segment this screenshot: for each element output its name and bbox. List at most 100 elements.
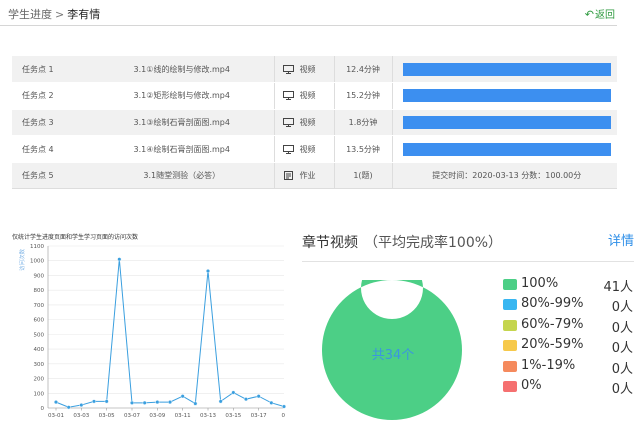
legend-item[interactable]: 1%-19% 0人 bbox=[503, 358, 633, 378]
progress-fill bbox=[402, 142, 611, 156]
monitor-icon bbox=[282, 64, 294, 74]
data-point bbox=[193, 401, 198, 406]
legend-item[interactable]: 0% 0人 bbox=[503, 378, 633, 398]
x-tick-label: 03-11 bbox=[175, 413, 191, 419]
breadcrumb-root[interactable]: 学生进度 bbox=[8, 8, 52, 21]
y-tick-label: 400 bbox=[34, 347, 45, 353]
visits-chart: 仅统计学生进度页面和学生学习页面的访问次数 0 100 200 300 400 500 60… bbox=[0, 228, 290, 431]
y-tick-label: 600 bbox=[34, 318, 45, 324]
donut-center-label: 共34个 bbox=[371, 348, 415, 363]
legend-count: 41人 bbox=[603, 280, 633, 295]
task-index: 任务点 4 bbox=[12, 135, 90, 163]
y-tick-label: 800 bbox=[34, 288, 45, 294]
x-tick-label: 03-17 bbox=[251, 413, 267, 419]
divider bbox=[302, 261, 634, 262]
monitor-icon bbox=[282, 144, 294, 154]
progress-bar bbox=[402, 142, 611, 156]
task-duration: 12.4分钟 bbox=[333, 56, 392, 84]
task-name[interactable]: 3.1随堂测验（必答） bbox=[90, 162, 274, 190]
x-tick-label: 03-09 bbox=[149, 413, 165, 419]
task-row[interactable]: 任务点 1 3.1①线的绘制与修改.mp4 视频 12.4分钟 bbox=[12, 56, 617, 84]
task-duration: 15.2分钟 bbox=[333, 82, 392, 110]
data-point bbox=[167, 400, 172, 405]
data-point bbox=[269, 400, 274, 405]
y-axis-label: 访问次数 bbox=[18, 249, 26, 272]
detail-link[interactable]: 详情 bbox=[608, 230, 634, 249]
legend-label: 60%-79% bbox=[521, 316, 584, 332]
x-tick-label: 0 bbox=[282, 413, 286, 419]
legend-item[interactable]: 100% 41人 bbox=[503, 276, 633, 296]
task-index: 任务点 2 bbox=[12, 82, 90, 110]
progress-fill bbox=[402, 89, 611, 103]
progress-bar bbox=[402, 62, 611, 76]
data-point bbox=[104, 399, 109, 404]
x-tick-label: 03-01 bbox=[48, 413, 64, 419]
task-row[interactable]: 任务点 4 3.1④绘制石膏剖面图.mp4 视频 13.5分钟 bbox=[12, 135, 617, 163]
y-tick-label: 700 bbox=[34, 303, 45, 309]
legend-count: 0人 bbox=[611, 300, 633, 316]
task-row[interactable]: 任务点 3 3.1③绘制石膏剖面图.mp4 视频 1.8分钟 bbox=[12, 109, 617, 137]
monitor-icon bbox=[282, 91, 294, 101]
y-tick-label: 100 bbox=[34, 391, 45, 397]
legend-swatch bbox=[503, 319, 517, 331]
progress-fill bbox=[402, 62, 611, 76]
legend-swatch bbox=[503, 340, 517, 352]
data-point bbox=[142, 400, 147, 405]
data-point bbox=[66, 405, 71, 410]
task-name[interactable]: 3.1③绘制石膏剖面图.mp4 bbox=[90, 109, 274, 137]
legend-count: 0人 bbox=[611, 320, 633, 336]
legend-swatch bbox=[503, 380, 517, 392]
y-tick-label: 900 bbox=[34, 273, 45, 279]
legend-count: 0人 bbox=[611, 361, 633, 377]
x-tick-label: 03-07 bbox=[124, 413, 140, 419]
task-duration: 1(题) bbox=[333, 162, 392, 190]
legend-label: 1%-19% bbox=[521, 357, 576, 373]
data-point bbox=[180, 394, 185, 399]
summary-title-text: 章节视频 bbox=[302, 235, 358, 251]
y-tick-label: 200 bbox=[34, 377, 45, 383]
task-name[interactable]: 3.1④绘制石膏剖面图.mp4 bbox=[90, 135, 274, 163]
task-index: 任务点 5 bbox=[12, 162, 90, 190]
visits-chart-svg: 0 100 200 300 400 500 600 700 800 900 1000 1100 访问次数… bbox=[18, 244, 287, 419]
task-row[interactable]: 任务点 5 3.1随堂测验（必答） 作业 1(题) 提交时间：2020-03-13 分数… bbox=[12, 162, 617, 190]
task-duration: 13.5分钟 bbox=[333, 135, 392, 163]
task-name[interactable]: 3.1①线的绘制与修改.mp4 bbox=[90, 56, 274, 84]
monitor-icon bbox=[282, 117, 294, 127]
legend-count: 0人 bbox=[611, 341, 633, 357]
legend-swatch bbox=[503, 360, 517, 372]
task-name[interactable]: 3.1②矩形绘制与修改.mp4 bbox=[90, 82, 274, 110]
y-tick-label: 1000 bbox=[30, 259, 44, 265]
breadcrumb: 学生进度 > 李有情 bbox=[8, 6, 100, 22]
series-line bbox=[55, 259, 285, 408]
chapter-video-summary: 章节视频 （平均完成率100%） 详情 共34个 100% 41人 80%-99% 0人… bbox=[298, 228, 640, 431]
progress-bar bbox=[402, 115, 611, 129]
task-row[interactable]: 任务点 2 3.1②矩形绘制与修改.mp4 视频 15.2分钟 bbox=[12, 82, 617, 110]
x-tick-label: 03-13 bbox=[200, 413, 216, 419]
y-tick-label: 1100 bbox=[30, 244, 44, 250]
legend-item[interactable]: 60%-79% 0人 bbox=[503, 317, 633, 337]
return-arrow-icon: ↶ bbox=[584, 8, 594, 21]
back-button[interactable]: ↶返回 bbox=[585, 6, 615, 21]
legend-item[interactable]: 80%-99% 0人 bbox=[503, 296, 633, 316]
data-point bbox=[155, 400, 160, 405]
task-index: 任务点 3 bbox=[12, 109, 90, 137]
x-tick-label: 03-15 bbox=[225, 413, 241, 419]
data-point bbox=[117, 257, 122, 262]
legend-label: 80%-99% bbox=[521, 296, 584, 312]
submit-info: 提交时间：2020-03-13 分数：100.00分 bbox=[391, 162, 617, 190]
task-type: 视频 bbox=[299, 64, 316, 74]
data-point bbox=[256, 394, 261, 399]
data-point bbox=[129, 400, 134, 405]
summary-title: 章节视频 （平均完成率100%） bbox=[302, 232, 502, 252]
y-tick-label: 500 bbox=[34, 332, 45, 338]
completion-legend: 100% 41人 80%-99% 0人 60%-79% 0人 20%-59% 0人 1%-19%… bbox=[503, 276, 633, 398]
data-point bbox=[79, 403, 84, 408]
legend-swatch bbox=[503, 299, 517, 311]
legend-item[interactable]: 20%-59% 0人 bbox=[503, 337, 633, 357]
task-index: 任务点 1 bbox=[12, 56, 90, 84]
x-tick-label: 03-03 bbox=[73, 413, 89, 419]
legend-label: 20%-59% bbox=[521, 337, 584, 353]
y-tick-label: 300 bbox=[34, 362, 45, 368]
legend-count: 0人 bbox=[611, 381, 633, 397]
data-point bbox=[218, 399, 223, 404]
